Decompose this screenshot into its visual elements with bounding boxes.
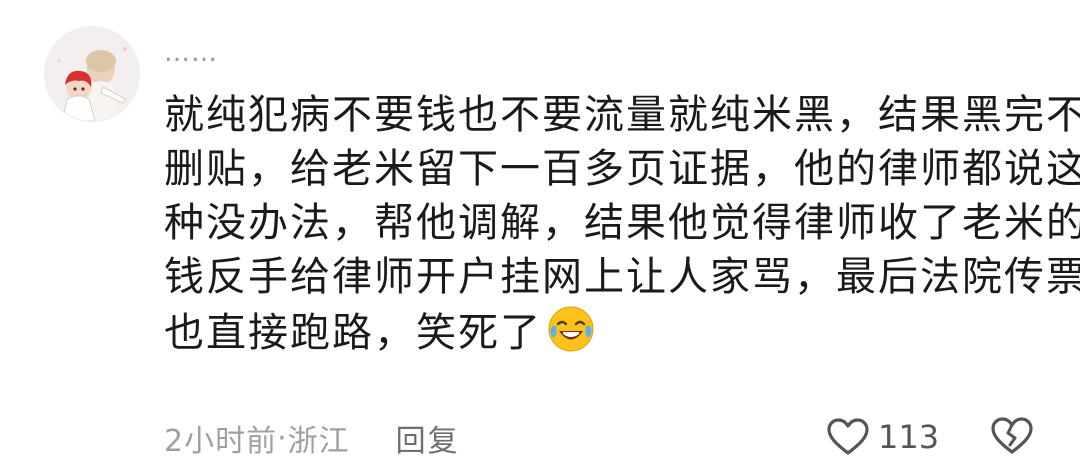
comment-line-last: 也直接跑路，笑死了 (164, 304, 1044, 360)
comment-line: 删贴，给老米留下一百多页证据，他的律师都说这 (164, 146, 1080, 192)
heart-outline-icon (826, 417, 870, 457)
comment-line: 也直接跑路，笑死了 (164, 310, 542, 356)
comment-item: …… 就纯犯病不要钱也不要流量就纯米黑，结果黑完不 删贴，给老米留下一百多页证据… (0, 0, 1080, 471)
comment-location: 浙江 (287, 424, 350, 459)
comment-text: 就纯犯病不要钱也不要流量就纯米黑，结果黑完不 删贴，给老米留下一百多页证据，他的… (164, 88, 1080, 360)
like-button[interactable]: 113 (826, 414, 939, 460)
reply-button[interactable]: 回复 (396, 416, 460, 460)
comment-line: 种没办法，帮他调解，结果他觉得律师收了老米的 (164, 200, 1080, 246)
avatar[interactable] (44, 26, 140, 122)
dislike-button[interactable] (990, 414, 1034, 460)
comment-line: 钱反手给律师开户挂网上让人家骂，最后法院传票 (164, 254, 1080, 300)
broken-heart-icon (990, 414, 1034, 456)
meta-separator: · (277, 420, 288, 456)
comment-footer: 2小时前 · 浙江 回复 (164, 416, 460, 460)
laughing-crying-emoji-icon (546, 304, 596, 354)
comment-time: 2小时前 (164, 424, 278, 459)
like-count: 113 (878, 418, 940, 456)
username[interactable]: …… (164, 40, 218, 66)
comment-line: 就纯犯病不要钱也不要流量就纯米黑，结果黑完不 (164, 92, 1080, 138)
